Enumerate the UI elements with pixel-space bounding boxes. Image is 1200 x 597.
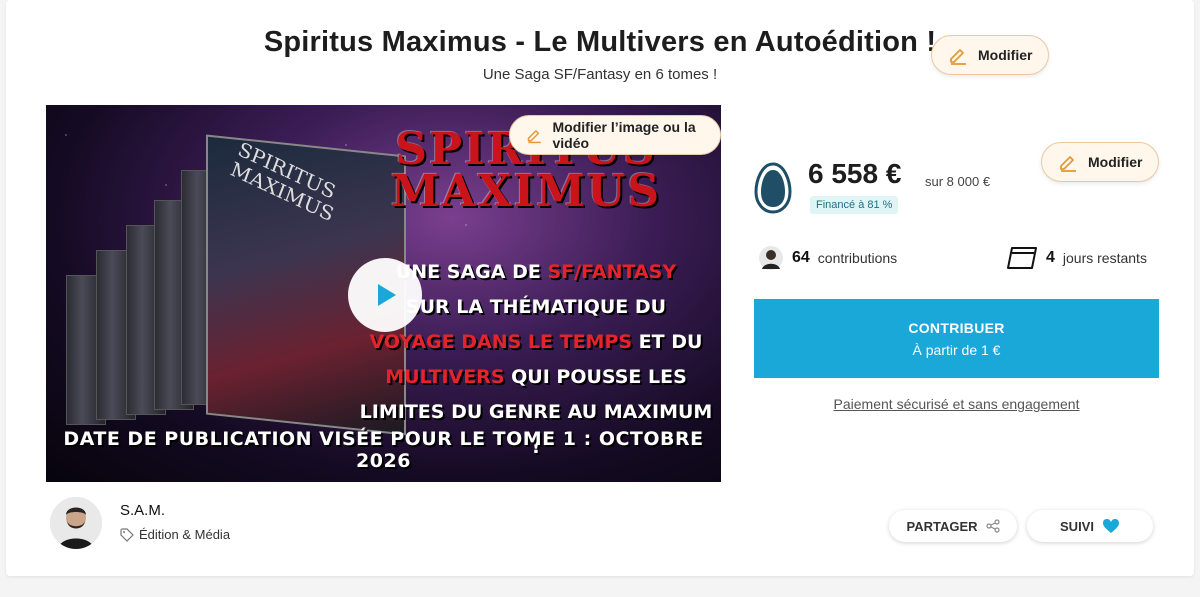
tagline-line: QUI POUSSE LES bbox=[504, 366, 687, 388]
author-avatar[interactable] bbox=[50, 497, 102, 549]
tagline-highlight: MULTIVERS bbox=[385, 366, 505, 388]
heart-icon bbox=[1102, 519, 1119, 533]
play-icon bbox=[378, 284, 396, 306]
days-left-metric: 4 jours restants bbox=[1006, 245, 1147, 271]
contribute-min-amount: À partir de 1 € bbox=[912, 341, 1001, 358]
edit-stats-label: Modifier bbox=[1088, 154, 1143, 170]
follow-label: SUIVI bbox=[1060, 518, 1094, 534]
amount-raised: 6 558 € bbox=[808, 158, 902, 189]
calendar-icon bbox=[1007, 247, 1037, 269]
follow-button[interactable]: SUIVI bbox=[1027, 510, 1153, 542]
book-stack-image: SPIRITUS MAXIMUS bbox=[66, 125, 406, 436]
play-video-button[interactable] bbox=[348, 258, 422, 332]
author-name[interactable]: S.A.M. bbox=[120, 502, 165, 519]
tagline-line: ET DU bbox=[632, 331, 703, 353]
edit-title-button[interactable]: Modifier bbox=[931, 35, 1050, 75]
tagline-highlight: SF/FANTASY bbox=[547, 261, 677, 283]
days-count: 4 bbox=[1046, 249, 1055, 266]
author-avatar-image bbox=[50, 497, 102, 549]
contributions-label: contributions bbox=[817, 250, 898, 266]
tag-icon bbox=[120, 527, 134, 542]
funding-progress-icon bbox=[754, 162, 792, 214]
pencil-icon bbox=[950, 49, 966, 65]
project-media[interactable]: SPIRITUS MAXIMUS SPIRITUS MAXIMUS UNE SA… bbox=[46, 105, 721, 482]
publication-date: DATE DE PUBLICATION VISÉE POUR LE TOME 1… bbox=[63, 428, 704, 472]
secure-payment-link[interactable]: Paiement sécurisé et sans engagement bbox=[754, 396, 1159, 412]
pencil-icon bbox=[1060, 156, 1076, 172]
share-icon bbox=[985, 519, 1000, 533]
share-label: PARTAGER bbox=[906, 518, 978, 534]
author-category-label: Édition & Média bbox=[139, 527, 231, 542]
author-category[interactable]: Édition & Média bbox=[120, 527, 230, 542]
edit-title-label: Modifier bbox=[978, 47, 1033, 63]
share-button[interactable]: PARTAGER bbox=[889, 510, 1017, 542]
contributor-avatar-icon bbox=[759, 246, 783, 270]
tagline-highlight: VOYAGE DANS LE TEMPS bbox=[369, 331, 633, 353]
days-label: jours restants bbox=[1062, 250, 1147, 266]
contributions-metric: 64 contributions bbox=[758, 245, 897, 271]
amount-goal: sur 8 000 € bbox=[925, 174, 991, 189]
contribute-label: CONTRIBUER bbox=[908, 319, 1005, 336]
edit-media-label: Modifier l’image ou la vidéo bbox=[552, 119, 696, 151]
contributions-count: 64 bbox=[792, 249, 810, 266]
author-block: S.A.M. Édition & Média bbox=[50, 497, 230, 549]
pencil-icon bbox=[527, 130, 541, 144]
funded-badge: Financé à 81 % bbox=[810, 196, 899, 214]
project-card: Spiritus Maximus - Le Multivers en Autoé… bbox=[6, 0, 1194, 576]
edit-media-button[interactable]: Modifier l’image ou la vidéo bbox=[509, 115, 721, 155]
edit-stats-button[interactable]: Modifier bbox=[1041, 142, 1160, 182]
contribute-button[interactable]: CONTRIBUER À partir de 1 € bbox=[754, 299, 1159, 378]
